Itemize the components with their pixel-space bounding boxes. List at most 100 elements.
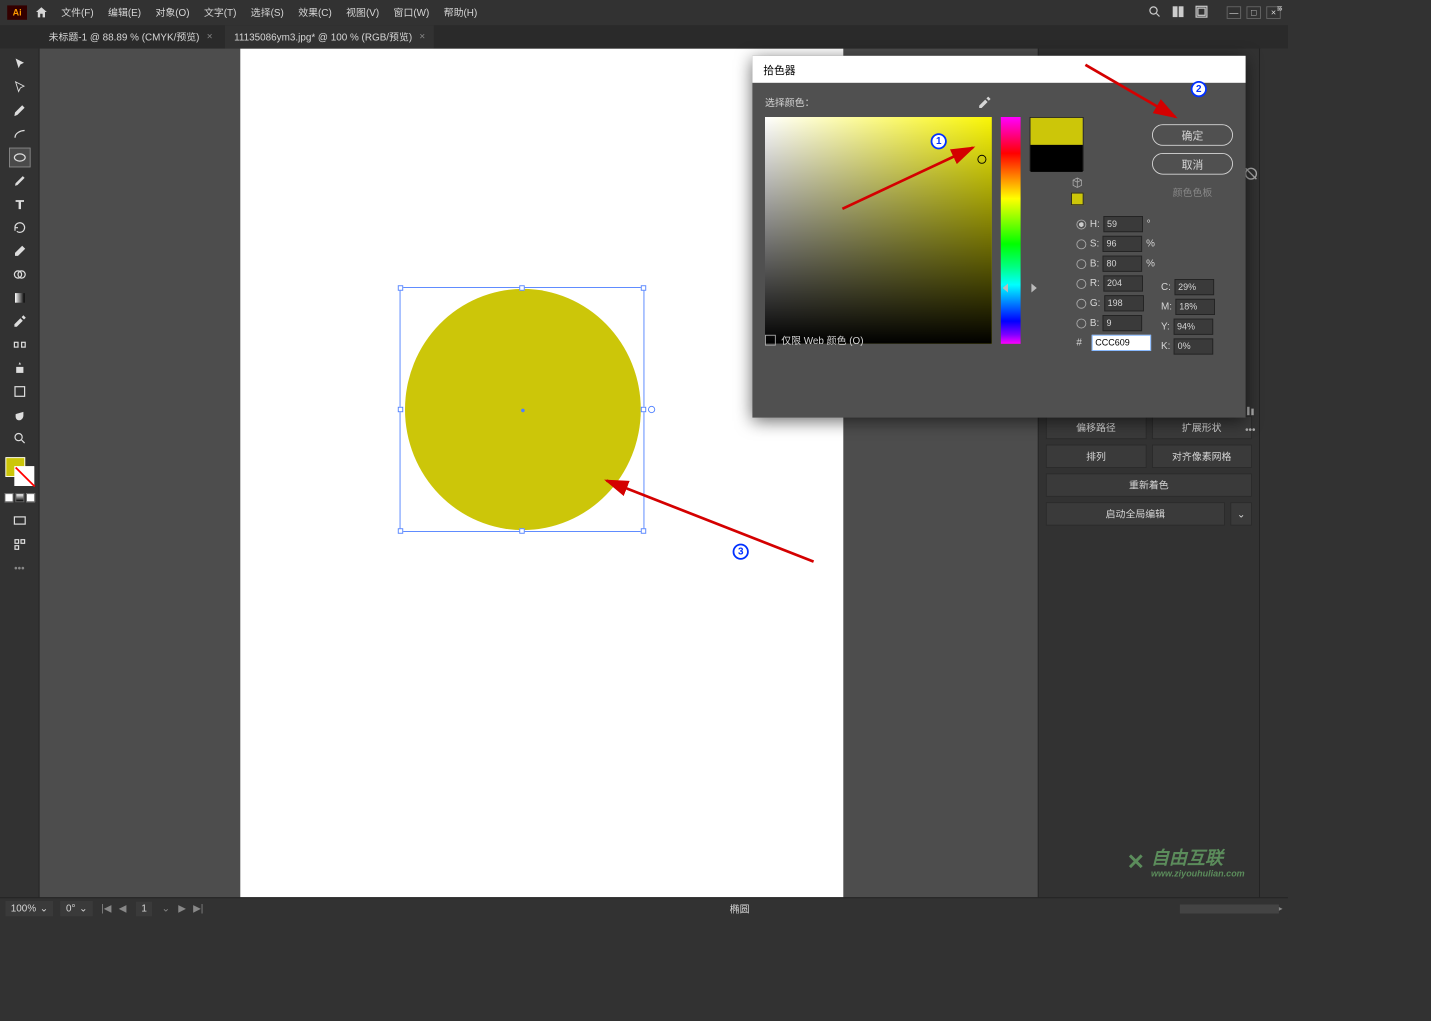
curvature-tool[interactable] bbox=[9, 124, 31, 144]
handle-bl[interactable] bbox=[398, 528, 403, 533]
rotate-tool[interactable] bbox=[9, 218, 31, 238]
home-icon[interactable] bbox=[34, 5, 48, 19]
tab-doc2[interactable]: 11135086ym3.jpg* @ 100 % (RGB/预览) × bbox=[225, 25, 434, 48]
fill-stroke-swatches[interactable] bbox=[5, 457, 34, 486]
handle-bm[interactable] bbox=[519, 528, 524, 533]
gradient-tool[interactable] bbox=[9, 288, 31, 308]
last-artboard-button[interactable]: ▶| bbox=[192, 903, 205, 915]
artboard-tool[interactable] bbox=[9, 382, 31, 402]
arrange-button[interactable]: 排列 bbox=[1046, 445, 1146, 468]
saturation-value-picker[interactable] bbox=[765, 117, 992, 344]
hue-slider[interactable] bbox=[1001, 117, 1021, 344]
radio-h[interactable] bbox=[1076, 219, 1086, 229]
panel-overflow-icon[interactable]: ••• bbox=[1245, 425, 1255, 436]
handle-ml[interactable] bbox=[398, 407, 403, 412]
current-color-swatch[interactable] bbox=[1031, 145, 1083, 172]
pen-tool[interactable] bbox=[9, 101, 31, 121]
menu-file[interactable]: 文件(F) bbox=[61, 5, 93, 19]
hex-input[interactable] bbox=[1092, 335, 1151, 351]
r-input[interactable] bbox=[1103, 275, 1143, 291]
handle-tl[interactable] bbox=[398, 285, 403, 290]
hand-tool[interactable] bbox=[9, 405, 31, 425]
k-input[interactable] bbox=[1174, 338, 1214, 354]
radio-g[interactable] bbox=[1076, 298, 1086, 308]
eraser-tool[interactable] bbox=[9, 241, 31, 261]
menu-object[interactable]: 对象(O) bbox=[155, 5, 189, 19]
eyedropper-icon[interactable] bbox=[977, 95, 991, 109]
stroke-swatch[interactable] bbox=[14, 466, 34, 486]
screen-mode-icon[interactable] bbox=[9, 511, 31, 531]
symbol-sprayer-tool[interactable] bbox=[9, 358, 31, 378]
expand-shape-button[interactable]: 扩展形状 bbox=[1152, 416, 1252, 439]
horizontal-scrollbar[interactable] bbox=[1180, 904, 1279, 913]
menu-view[interactable]: 视图(V) bbox=[346, 5, 379, 19]
tab-close-icon[interactable]: × bbox=[419, 32, 425, 43]
quick-actions: 偏移路径 扩展形状 排列 对齐像素网格 重新着色 启动全局编辑 ⌄ bbox=[1046, 416, 1252, 526]
handle-tm[interactable] bbox=[519, 285, 524, 290]
tab-close-icon[interactable]: × bbox=[207, 32, 213, 43]
minimize-button[interactable]: — bbox=[1227, 6, 1241, 19]
live-anchor[interactable] bbox=[648, 406, 655, 413]
m-input[interactable] bbox=[1176, 299, 1216, 315]
blend-tool[interactable] bbox=[9, 335, 31, 355]
g-input[interactable] bbox=[1104, 295, 1144, 311]
out-of-gamut-icon[interactable] bbox=[1071, 176, 1084, 189]
menu-type[interactable]: 文字(T) bbox=[204, 5, 236, 19]
shape-builder-tool[interactable] bbox=[9, 265, 31, 285]
radio-bv[interactable] bbox=[1076, 318, 1086, 328]
first-artboard-button[interactable]: |◀ bbox=[100, 903, 113, 915]
artboard-number[interactable]: 1 bbox=[136, 901, 152, 915]
workspace-icon[interactable] bbox=[1194, 4, 1208, 21]
strip-menu-icon[interactable]: » bbox=[1277, 4, 1283, 15]
menu-select[interactable]: 选择(S) bbox=[251, 5, 284, 19]
handle-mr[interactable] bbox=[641, 407, 646, 412]
artboard-dropdown[interactable]: ⌄ bbox=[160, 903, 173, 915]
ellipse-tool[interactable] bbox=[9, 148, 31, 168]
zoom-tool[interactable] bbox=[9, 428, 31, 448]
angle-select[interactable]: 0° ⌄ bbox=[61, 901, 93, 916]
arrange-documents-icon[interactable] bbox=[1171, 4, 1185, 21]
web-safe-swatch[interactable] bbox=[1071, 193, 1084, 206]
none-mode-icon[interactable] bbox=[26, 493, 35, 502]
offset-path-button[interactable]: 偏移路径 bbox=[1046, 416, 1146, 439]
radio-s[interactable] bbox=[1076, 239, 1086, 249]
tab-doc1[interactable]: 未标题-1 @ 88.89 % (CMYK/预览) × bbox=[40, 25, 222, 48]
maximize-button[interactable]: □ bbox=[1247, 6, 1261, 19]
paintbrush-tool[interactable] bbox=[9, 171, 31, 191]
zoom-select[interactable]: 100% ⌄ bbox=[5, 901, 53, 916]
menu-window[interactable]: 窗口(W) bbox=[394, 5, 430, 19]
s-input[interactable] bbox=[1103, 236, 1143, 252]
handle-br[interactable] bbox=[641, 528, 646, 533]
color-swatches-button[interactable]: 颜色色板 bbox=[1173, 185, 1213, 199]
y-input[interactable] bbox=[1173, 319, 1213, 335]
ok-button[interactable]: 确定 bbox=[1152, 124, 1233, 146]
menu-help[interactable]: 帮助(H) bbox=[444, 5, 478, 19]
type-tool[interactable] bbox=[9, 194, 31, 214]
watermark: 自由互联 www.ziyouhulian.com bbox=[1124, 843, 1245, 879]
handle-tr[interactable] bbox=[641, 285, 646, 290]
radio-r[interactable] bbox=[1076, 279, 1086, 289]
prev-artboard-button[interactable]: ◀ bbox=[116, 903, 129, 915]
radio-b[interactable] bbox=[1076, 259, 1086, 269]
bv-input[interactable] bbox=[1103, 315, 1143, 331]
global-edit-button[interactable]: 启动全局编辑 bbox=[1046, 502, 1225, 525]
edit-toolbar-icon[interactable] bbox=[9, 535, 31, 555]
direct-selection-tool[interactable] bbox=[9, 77, 31, 97]
search-icon[interactable] bbox=[1148, 4, 1162, 21]
c-input[interactable] bbox=[1175, 279, 1215, 295]
cancel-button[interactable]: 取消 bbox=[1152, 153, 1233, 175]
web-only-checkbox[interactable] bbox=[765, 335, 776, 346]
color-mode-icon[interactable] bbox=[4, 493, 13, 502]
eyedropper-tool[interactable] bbox=[9, 311, 31, 331]
gradient-mode-icon[interactable] bbox=[15, 493, 24, 502]
toolbar-overflow-icon[interactable]: ••• bbox=[14, 563, 24, 574]
next-artboard-button[interactable]: ▶ bbox=[176, 903, 189, 915]
recolor-button[interactable]: 重新着色 bbox=[1046, 473, 1252, 496]
align-pixel-button[interactable]: 对齐像素网格 bbox=[1152, 445, 1252, 468]
h-input[interactable] bbox=[1103, 216, 1143, 232]
menu-edit[interactable]: 编辑(E) bbox=[108, 5, 141, 19]
global-edit-dropdown[interactable]: ⌄ bbox=[1230, 502, 1252, 525]
selection-tool[interactable] bbox=[9, 54, 31, 74]
menu-effect[interactable]: 效果(C) bbox=[298, 5, 332, 19]
b-input[interactable] bbox=[1103, 256, 1143, 272]
